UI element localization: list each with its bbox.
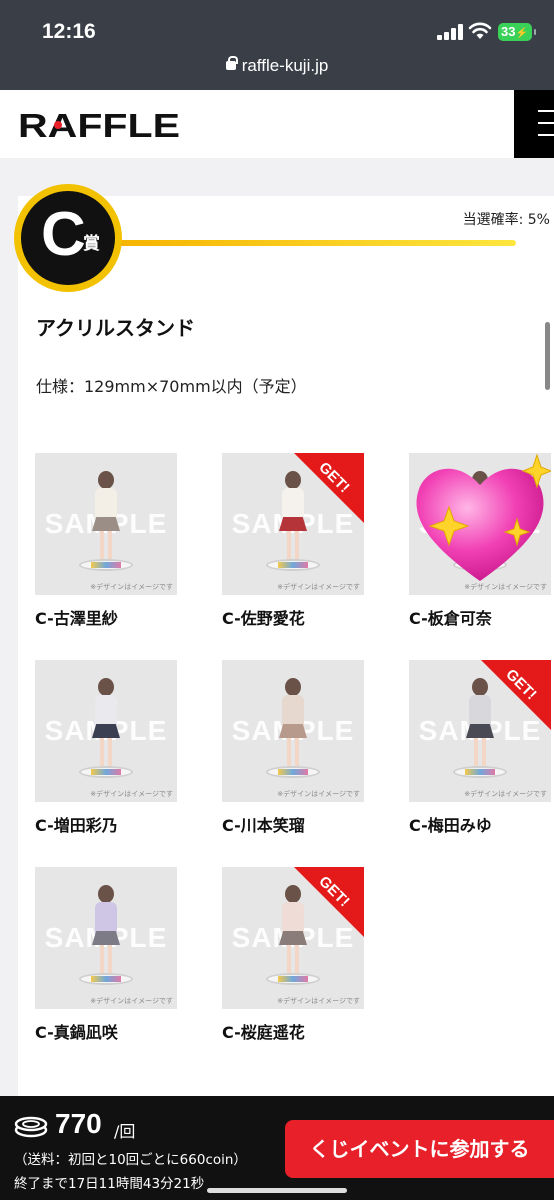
stand-label-image — [91, 769, 121, 775]
prize-item[interactable]: SAMPLE※デザインはイメージですGET! C-梅田みゆ — [409, 660, 551, 840]
prize-item[interactable]: SAMPLE※デザインはイメージです C-川本笑瑠 — [222, 660, 364, 840]
price-value: 770 — [55, 1108, 102, 1139]
stand-label-image — [278, 976, 308, 982]
purchase-footer: 770 /回 （送料：初回と10回ごとに660coin） 終了まで17日11時間… — [0, 1096, 554, 1200]
item-name: C-古澤里紗 — [35, 609, 118, 628]
image-disclaimer: ※デザインはイメージです — [277, 790, 360, 798]
home-indicator[interactable] — [207, 1188, 347, 1193]
prize-title: アクリルスタンド — [36, 316, 195, 340]
prize-item[interactable]: SAMPLE※デザインはイメージです C-増田彩乃 — [35, 660, 177, 840]
prize-item[interactable]: SAMPLE※デザインはイメージですGET! C-佐野愛花 — [222, 453, 364, 633]
countdown: 終了まで17日11時間43分21秒 — [14, 1176, 205, 1192]
image-disclaimer: ※デザインはイメージです — [90, 997, 173, 1005]
join-event-button[interactable]: くじイベントに参加する — [285, 1120, 554, 1178]
stand-label-image — [465, 769, 495, 775]
item-name: C-桜庭遥花 — [222, 1023, 305, 1042]
svg-text:RAFFLE: RAFFLE — [18, 108, 180, 140]
acrylic-figure-image — [279, 471, 307, 561]
prize-item[interactable]: SAMPLE※デザインはイメージです C-板倉可奈 — [409, 453, 551, 633]
shipping-note: （送料：初回と10回ごとに660coin） — [14, 1152, 247, 1168]
coin-icon — [14, 1116, 48, 1138]
acrylic-figure-image — [92, 885, 120, 975]
image-disclaimer: ※デザインはイメージです — [277, 997, 360, 1005]
stand-label-image — [91, 976, 121, 982]
battery-level: 33 — [501, 24, 516, 39]
acrylic-figure-image — [466, 678, 494, 768]
item-name: C-板倉可奈 — [409, 609, 492, 628]
win-rate: 当選確率: 5% — [462, 212, 550, 228]
prize-gold-bar — [118, 240, 516, 246]
item-name: C-川本笑瑠 — [222, 816, 305, 835]
item-thumbnail[interactable]: SAMPLE※デザインはイメージです — [35, 453, 177, 595]
prize-item[interactable]: SAMPLE※デザインはイメージです C-真鍋凪咲 — [35, 867, 177, 1047]
item-thumbnail[interactable]: SAMPLE※デザインはイメージですGET! — [222, 867, 364, 1009]
item-name: C-佐野愛花 — [222, 609, 305, 628]
heart-sparkle-sticker — [416, 453, 551, 581]
prize-item[interactable]: SAMPLE※デザインはイメージです C-古澤里紗 — [35, 453, 177, 633]
lock-icon — [225, 56, 238, 70]
acrylic-figure-image — [92, 471, 120, 561]
stand-label-image — [278, 562, 308, 568]
stand-label-image — [278, 769, 308, 775]
image-disclaimer: ※デザインはイメージです — [90, 790, 173, 798]
site-header: RAFFLE — [0, 90, 554, 158]
image-disclaimer: ※デザインはイメージです — [90, 583, 173, 591]
acrylic-figure-image — [279, 678, 307, 768]
prize-suffix: 賞 — [83, 234, 100, 254]
address-bar[interactable]: raffle-kuji.jp — [0, 56, 554, 76]
hamburger-menu-button[interactable] — [514, 90, 554, 158]
item-name: C-増田彩乃 — [35, 816, 118, 835]
battery-icon: 33⚡ — [498, 23, 536, 41]
price-unit: /回 — [114, 1122, 136, 1141]
image-disclaimer: ※デザインはイメージです — [464, 790, 547, 798]
status-time: 12:16 — [42, 20, 96, 43]
prize-badge: C 賞 — [14, 184, 122, 292]
item-thumbnail[interactable]: SAMPLE※デザインはイメージです — [35, 867, 177, 1009]
scrollbar[interactable] — [545, 322, 550, 390]
status-bar: 12:16 33⚡ raffle-kuji.jp — [0, 0, 554, 90]
item-name: C-梅田みゆ — [409, 816, 492, 835]
stand-label-image — [91, 562, 121, 568]
item-name: C-真鍋凪咲 — [35, 1023, 118, 1042]
item-thumbnail[interactable]: SAMPLE※デザインはイメージですGET! — [222, 453, 364, 595]
item-thumbnail[interactable]: SAMPLE※デザインはイメージですGET! — [409, 660, 551, 802]
acrylic-figure-image — [92, 678, 120, 768]
url-text: raffle-kuji.jp — [241, 56, 329, 75]
item-thumbnail[interactable]: SAMPLE※デザインはイメージです — [409, 453, 551, 595]
wifi-icon — [468, 22, 492, 39]
prize-spec: 仕様：129mm×70mm以内（予定） — [36, 377, 307, 396]
prize-item[interactable]: SAMPLE※デザインはイメージですGET! C-桜庭遥花 — [222, 867, 364, 1047]
image-disclaimer: ※デザインはイメージです — [277, 583, 360, 591]
raffle-logo[interactable]: RAFFLE — [18, 108, 183, 140]
item-thumbnail[interactable]: SAMPLE※デザインはイメージです — [35, 660, 177, 802]
item-thumbnail[interactable]: SAMPLE※デザインはイメージです — [222, 660, 364, 802]
acrylic-figure-image — [279, 885, 307, 975]
cellular-signal-icon — [437, 24, 463, 40]
